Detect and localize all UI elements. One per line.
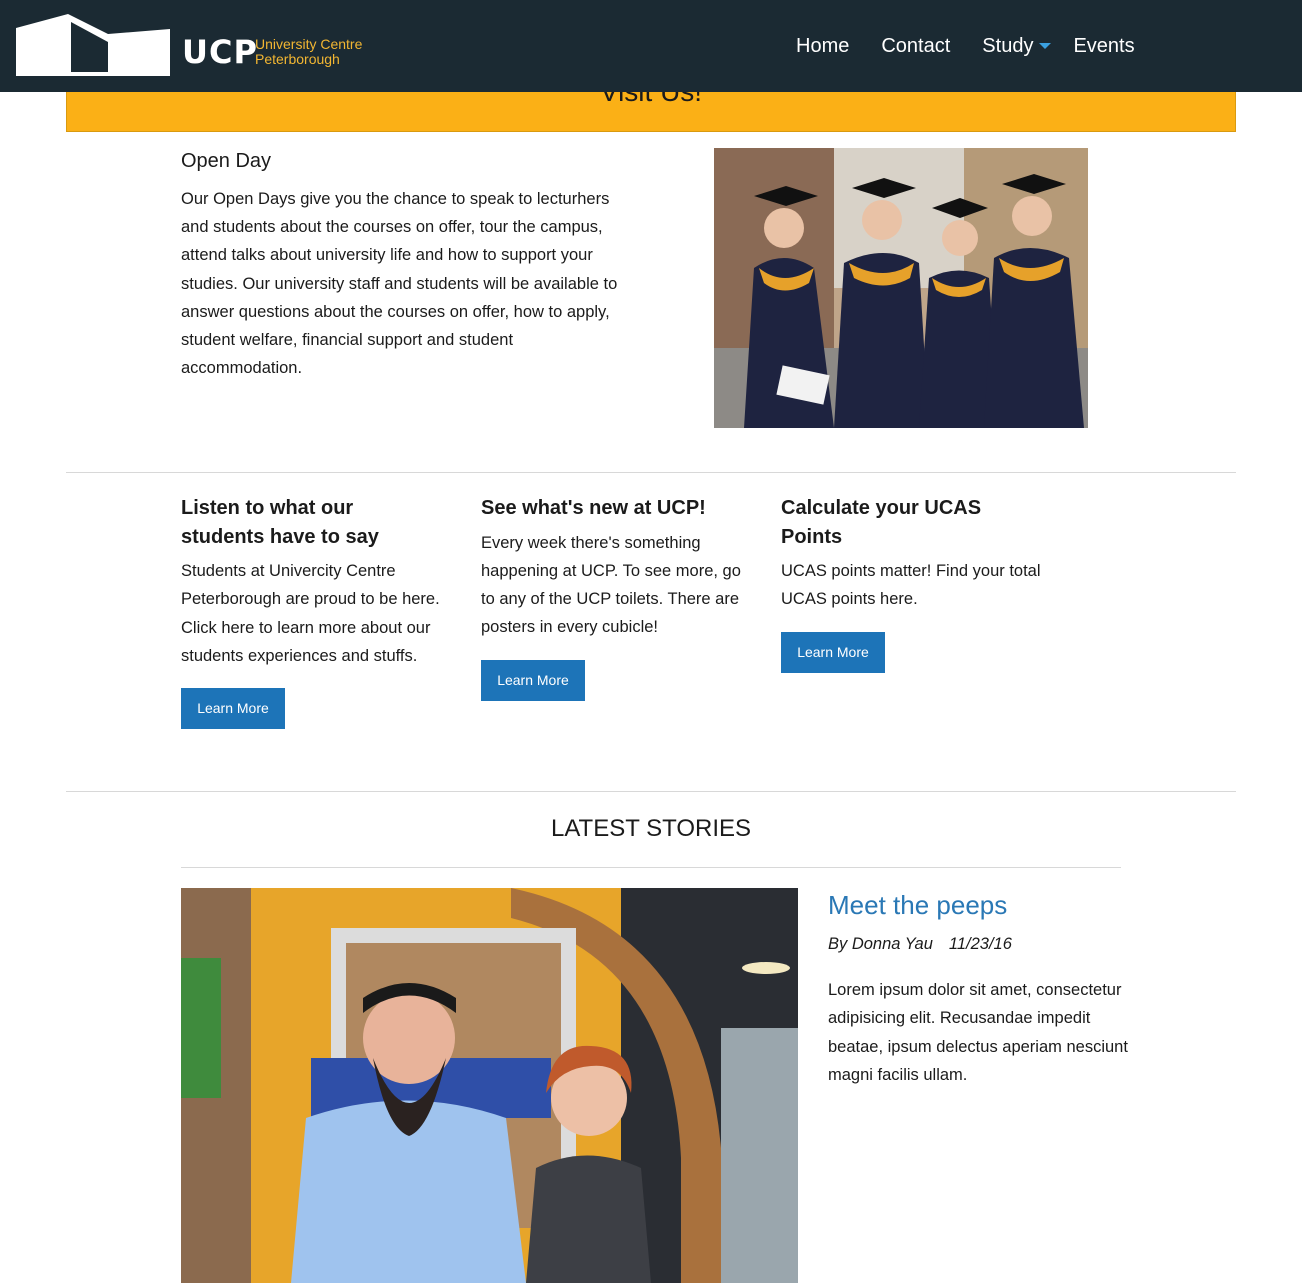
learn-more-button[interactable]: Learn More [181,688,285,730]
story-author: By Donna Yau [828,935,933,953]
story-date: 11/23/16 [948,935,1012,953]
nav-contact[interactable]: Contact [881,33,950,59]
logo-tagline-line1: University Centre [255,36,363,52]
story-photo[interactable] [181,888,798,1283]
top-navbar: UCP University Centre Peterborough Home … [0,0,1302,92]
open-day-title: Open Day [181,150,272,172]
feature-column-ucas: Calculate your UCAS Points UCAS points m… [781,494,1041,673]
story-meta: By Donna Yau 11/23/16 [828,935,1012,954]
open-day-text: Our Open Days give you the chance to spe… [181,190,618,378]
main-nav: Home Contact Study Events [796,33,1167,59]
story-heading-link[interactable]: Meet the peeps [828,890,1007,921]
feature-title: Calculate your UCAS Points [781,497,982,548]
section-divider [66,791,1236,792]
feature-title: See what's new at UCP! [481,497,706,519]
logo-tagline-line2: Peterborough [255,51,340,67]
feature-text: Every week there's something happening a… [481,533,741,637]
feature-text: Students at Univercity Centre Peterborou… [181,562,440,665]
section-divider [66,472,1236,473]
graduates-photo [714,148,1088,428]
caret-down-icon [1039,43,1052,49]
story-text: Lorem ipsum dolor sit amet, consectetur … [828,981,1128,1084]
learn-more-button[interactable]: Learn More [781,631,885,673]
nav-events[interactable]: Events [1073,33,1134,59]
nav-study[interactable]: Study [982,33,1052,59]
feature-title: Listen to what our students have to say [181,497,379,548]
learn-more-button[interactable]: Learn More [481,659,585,701]
logo-wordmark: UCP [182,33,258,71]
logo-tagline: University Centre Peterborough [255,37,362,67]
nav-home[interactable]: Home [796,33,849,59]
building-logo-icon [16,14,170,76]
latest-stories-title: LATEST STORIES [550,815,752,842]
feature-column-whats-new: See what's new at UCP! Every week there'… [481,494,746,701]
feature-column-students: Listen to what our students have to say … [181,494,441,730]
nav-study-label: Study [982,35,1034,57]
feature-text: UCAS points matter! Find your total UCAS… [781,562,1041,609]
stories-divider [181,867,1121,868]
site-logo[interactable]: UCP University Centre Peterborough [16,14,376,78]
